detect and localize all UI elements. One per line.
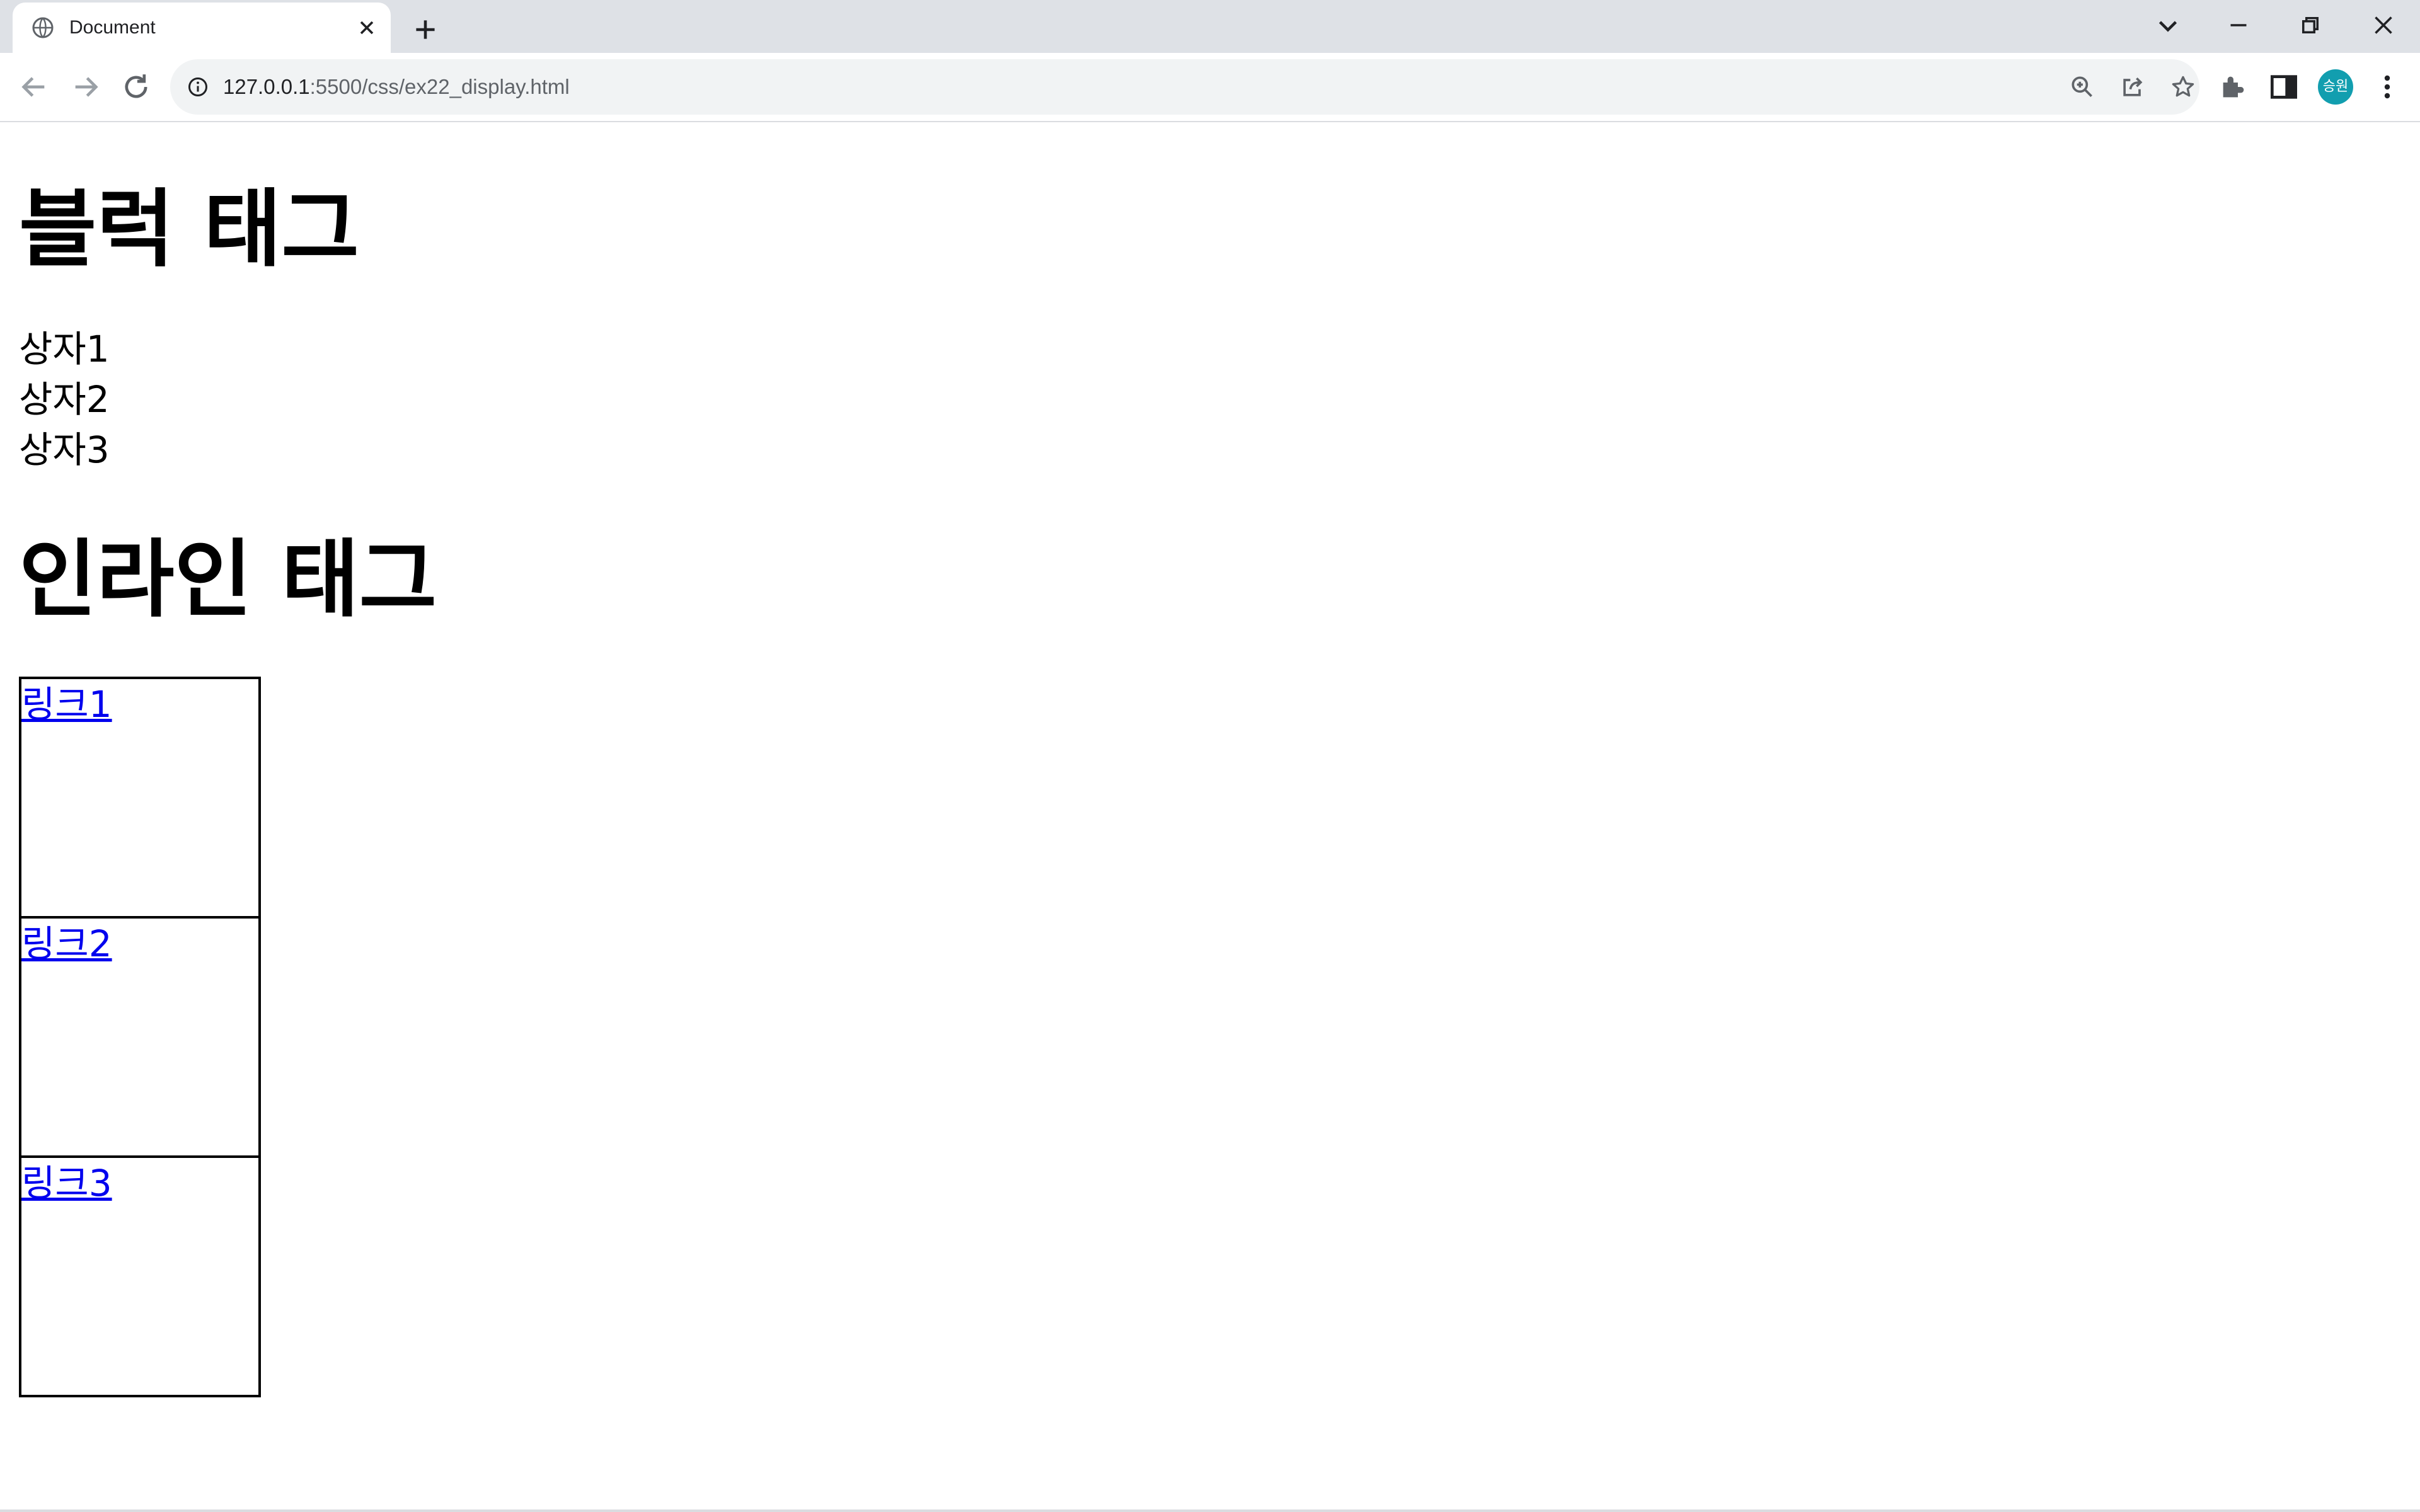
restore-icon[interactable] <box>2291 6 2329 44</box>
back-arrow-icon[interactable] <box>16 69 52 105</box>
block-box-1: 상자1 <box>19 328 110 370</box>
link-box-1: 링크1 <box>19 677 261 919</box>
link-box-3: 링크3 <box>19 1155 261 1397</box>
side-panel-icon[interactable] <box>2266 69 2302 105</box>
star-icon[interactable] <box>2169 73 2197 101</box>
heading-inline-tags: 인라인 태그 <box>19 530 437 629</box>
block-box-3: 상자3 <box>19 428 110 471</box>
zoom-icon[interactable] <box>2068 73 2096 101</box>
page-content: 블럭 태그 상자1 상자2 상자3 인라인 태그 링크1 링크2 링크3 <box>0 122 2420 1512</box>
globe-icon <box>32 17 54 38</box>
block-box-2: 상자2 <box>19 378 110 421</box>
close-icon[interactable] <box>2365 6 2402 44</box>
tab-document[interactable]: Document <box>13 3 391 53</box>
info-icon[interactable] <box>187 76 209 98</box>
browser-toolbar: 127.0.0.1:5500/css/ex22_display.html 승원 <box>0 53 2420 122</box>
link-box-2: 링크2 <box>19 916 261 1158</box>
tab-title: Document <box>69 17 156 38</box>
share-icon[interactable] <box>2119 73 2146 101</box>
heading-block-tags: 블럭 태그 <box>19 180 359 278</box>
url-text[interactable]: 127.0.0.1:5500/css/ex22_display.html <box>223 73 570 101</box>
chevron-down-icon[interactable] <box>2149 6 2187 44</box>
plus-icon[interactable] <box>410 14 441 45</box>
url-path: :5500/css/ex22_display.html <box>309 75 570 98</box>
forward-arrow-icon[interactable] <box>68 69 103 105</box>
close-icon[interactable] <box>355 16 378 39</box>
extensions-icon[interactable] <box>2216 69 2251 105</box>
menu-dots-icon[interactable] <box>2370 69 2405 105</box>
address-bar[interactable]: 127.0.0.1:5500/css/ex22_display.html <box>170 59 2199 115</box>
avatar[interactable]: 승원 <box>2318 69 2353 105</box>
minimize-icon[interactable] <box>2220 6 2257 44</box>
link-1[interactable]: 링크1 <box>21 679 258 730</box>
url-host: 127.0.0.1 <box>223 75 310 98</box>
link-2[interactable]: 링크2 <box>21 919 258 969</box>
link-3[interactable]: 링크3 <box>21 1158 258 1208</box>
window-bottom-border <box>0 1509 2420 1512</box>
reload-icon[interactable] <box>118 69 154 105</box>
tab-strip: Document <box>0 0 2420 53</box>
